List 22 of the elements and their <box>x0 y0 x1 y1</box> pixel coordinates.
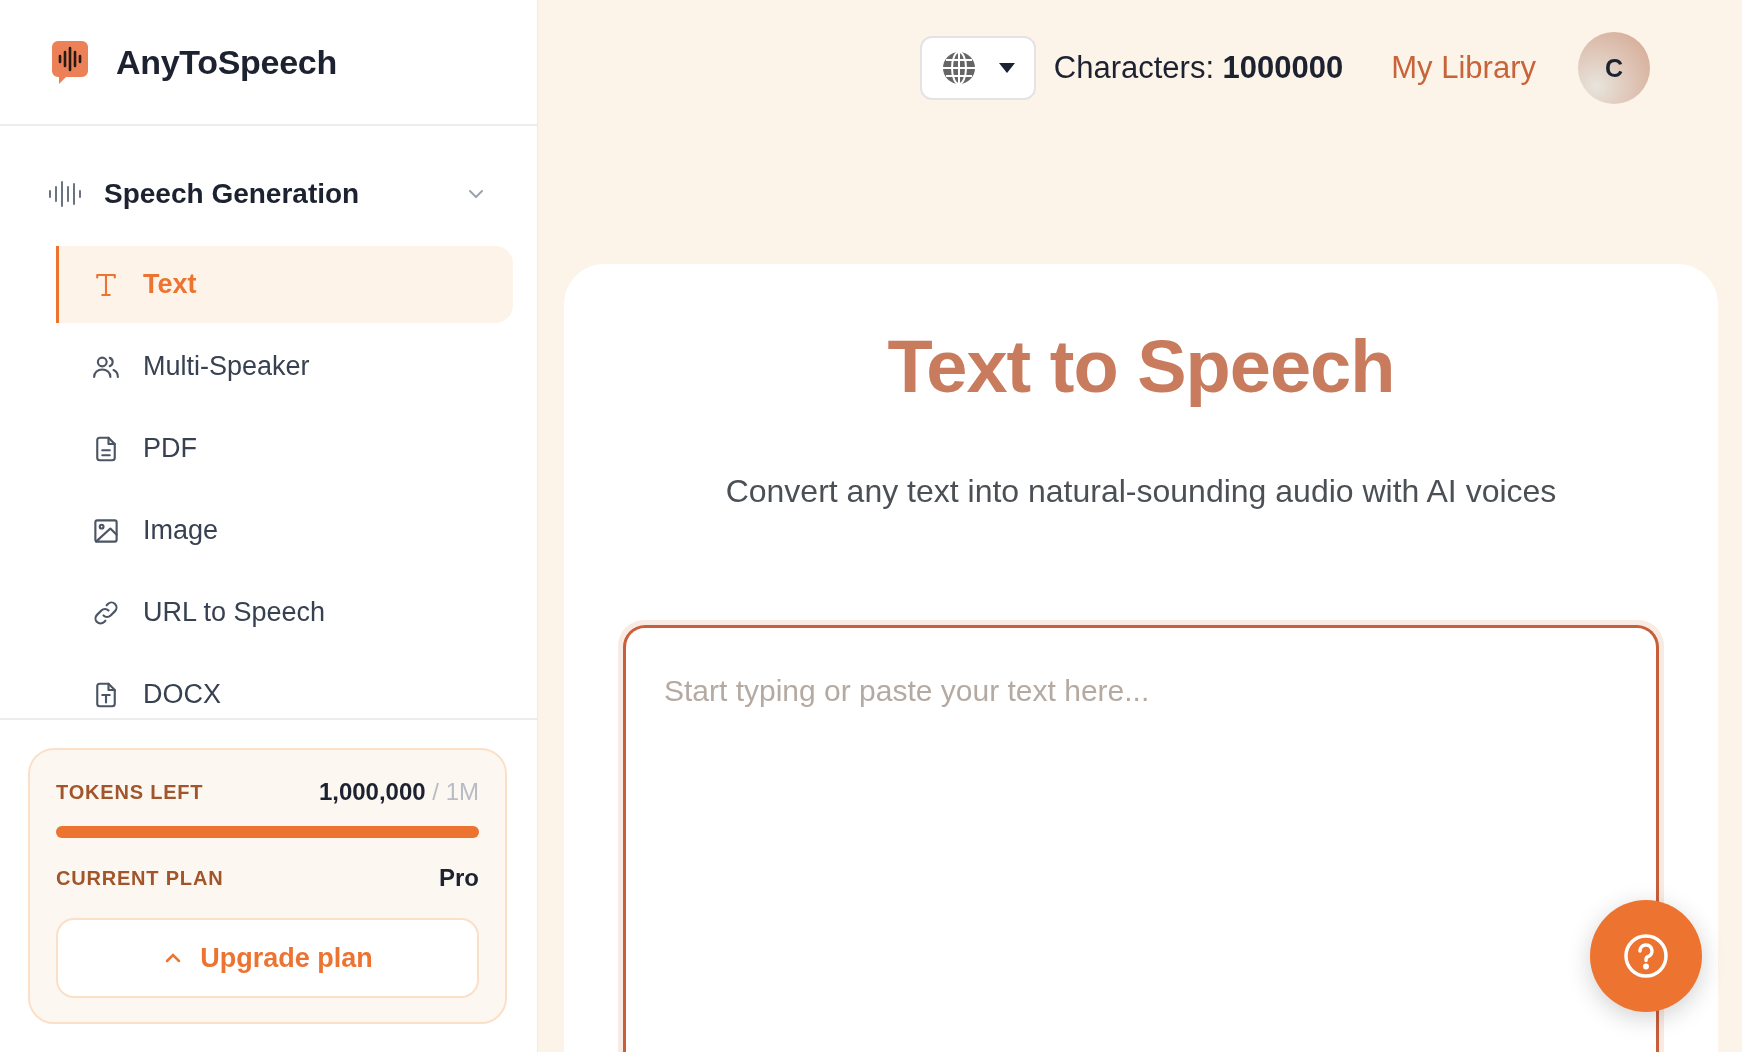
language-selector[interactable] <box>919 36 1036 100</box>
text-input-field[interactable]: Start typing or paste your text here... <box>623 625 1659 1052</box>
my-library-link[interactable]: My Library <box>1391 50 1536 86</box>
tokens-value: 1,000,000 / 1M <box>318 778 479 806</box>
sidebar-item[interactable]: Image <box>56 492 513 569</box>
question-mark-icon <box>1623 933 1669 979</box>
sidebar-item[interactable]: PDF <box>56 410 513 487</box>
user-avatar[interactable]: C <box>1578 32 1650 104</box>
dropdown-caret-icon <box>997 62 1016 74</box>
nav-section-header[interactable]: Speech Generation <box>0 170 537 218</box>
page-title: Text to Speech <box>887 324 1395 409</box>
sidebar-item[interactable]: DOCX <box>56 656 513 718</box>
plan-value: Pro <box>439 864 479 892</box>
plan-label: CURRENT PLAN <box>56 866 224 890</box>
characters-count: Characters: 1000000 <box>1053 50 1344 86</box>
brand-name: AnyToSpeech <box>116 42 337 82</box>
logo-icon <box>50 39 90 85</box>
page-subtitle: Convert any text into natural-sounding audio with AI voices <box>725 473 1557 510</box>
tokens-label: TOKENS LEFT <box>56 780 204 804</box>
sound-wave-icon <box>48 179 82 209</box>
sidebar-item[interactable]: URL to Speech <box>56 574 513 651</box>
sidebar-item[interactable]: Multi-Speaker <box>56 328 513 405</box>
